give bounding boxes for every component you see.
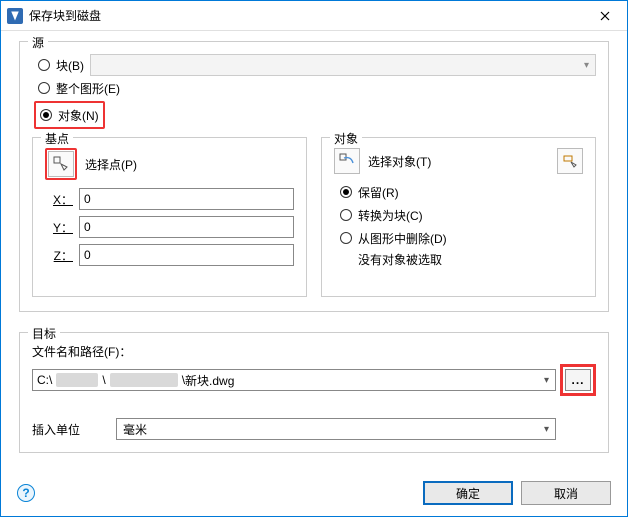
radio-entire[interactable]: 整个图形(E) xyxy=(38,78,596,98)
pick-point-label: 选择点(P) xyxy=(85,156,137,173)
radio-objects-label: 对象(N) xyxy=(58,107,99,124)
path-blur xyxy=(110,373,178,387)
chevron-down-icon: ▾ xyxy=(584,60,589,71)
path-blur xyxy=(56,373,98,387)
y-label: Y： xyxy=(45,219,73,236)
units-combo[interactable]: 毫米 ▾ xyxy=(116,418,556,440)
path-suffix: 新块.dwg xyxy=(185,372,234,389)
radio-icon xyxy=(40,109,52,121)
basepoint-legend: 基点 xyxy=(41,130,73,147)
objects-group: 对象 选择对象(T) 保留(R) xyxy=(321,137,596,297)
radio-entire-label: 整个图形(E) xyxy=(56,80,120,97)
highlight-objects-radio: 对象(N) xyxy=(34,101,105,129)
path-combo[interactable]: C:\ \ \ 新块.dwg ▾ xyxy=(32,369,556,391)
ok-button[interactable]: 确定 xyxy=(423,481,513,505)
path-label: 文件名和路径(F)： xyxy=(32,343,596,360)
radio-block-label: 块(B) xyxy=(56,57,84,74)
radio-convert[interactable]: 转换为块(C) xyxy=(340,205,583,225)
radio-objects[interactable]: 对象(N) xyxy=(40,105,99,125)
radio-icon xyxy=(38,59,50,71)
retain-label: 保留(R) xyxy=(358,184,399,201)
dialog-window: 保存块到磁盘 源 块(B) ▾ 整个图形(E) xyxy=(0,0,628,517)
z-input[interactable] xyxy=(79,244,294,266)
source-legend: 源 xyxy=(28,34,48,51)
cancel-button[interactable]: 取消 xyxy=(521,481,611,505)
select-objects-button[interactable] xyxy=(334,148,360,174)
objects-note: 没有对象被选取 xyxy=(358,251,583,268)
objects-legend: 对象 xyxy=(330,130,362,147)
target-group: 目标 文件名和路径(F)： C:\ \ \ 新块.dwg ▾ ... 插入单位 xyxy=(19,332,609,453)
x-input[interactable] xyxy=(79,188,294,210)
select-objects-label: 选择对象(T) xyxy=(368,153,431,170)
chevron-down-icon: ▾ xyxy=(544,424,549,435)
radio-icon xyxy=(340,186,352,198)
pick-point-button[interactable] xyxy=(48,151,74,177)
radio-delete[interactable]: 从图形中删除(D) xyxy=(340,228,583,248)
app-icon xyxy=(7,8,23,24)
close-button[interactable] xyxy=(583,1,627,31)
y-input[interactable] xyxy=(79,216,294,238)
radio-block[interactable]: 块(B) ▾ xyxy=(38,55,596,75)
window-title: 保存块到磁盘 xyxy=(29,7,583,24)
radio-icon xyxy=(340,232,352,244)
x-label: X： xyxy=(45,191,73,208)
units-value: 毫米 xyxy=(123,421,147,438)
titlebar: 保存块到磁盘 xyxy=(1,1,627,31)
path-sep: \ xyxy=(102,373,105,387)
help-button[interactable]: ? xyxy=(17,484,35,502)
convert-label: 转换为块(C) xyxy=(358,207,423,224)
units-label: 插入单位 xyxy=(32,421,80,438)
highlight-pick-point xyxy=(45,148,77,180)
highlight-browse: ... xyxy=(560,364,596,396)
quick-select-button[interactable] xyxy=(557,148,583,174)
path-prefix: C:\ xyxy=(37,373,52,387)
delete-label: 从图形中删除(D) xyxy=(358,230,447,247)
target-legend: 目标 xyxy=(28,325,60,342)
chevron-down-icon: ▾ xyxy=(544,375,549,386)
browse-button[interactable]: ... xyxy=(565,369,591,391)
radio-retain[interactable]: 保留(R) xyxy=(340,182,583,202)
radio-icon xyxy=(38,82,50,94)
source-group: 源 块(B) ▾ 整个图形(E) 对象(N) xyxy=(19,41,609,312)
block-select[interactable]: ▾ xyxy=(90,54,596,76)
footer: ? 确定 取消 xyxy=(1,470,627,516)
basepoint-group: 基点 选择点(P) X： xyxy=(32,137,307,297)
z-label: Z： xyxy=(45,247,73,264)
radio-icon xyxy=(340,209,352,221)
